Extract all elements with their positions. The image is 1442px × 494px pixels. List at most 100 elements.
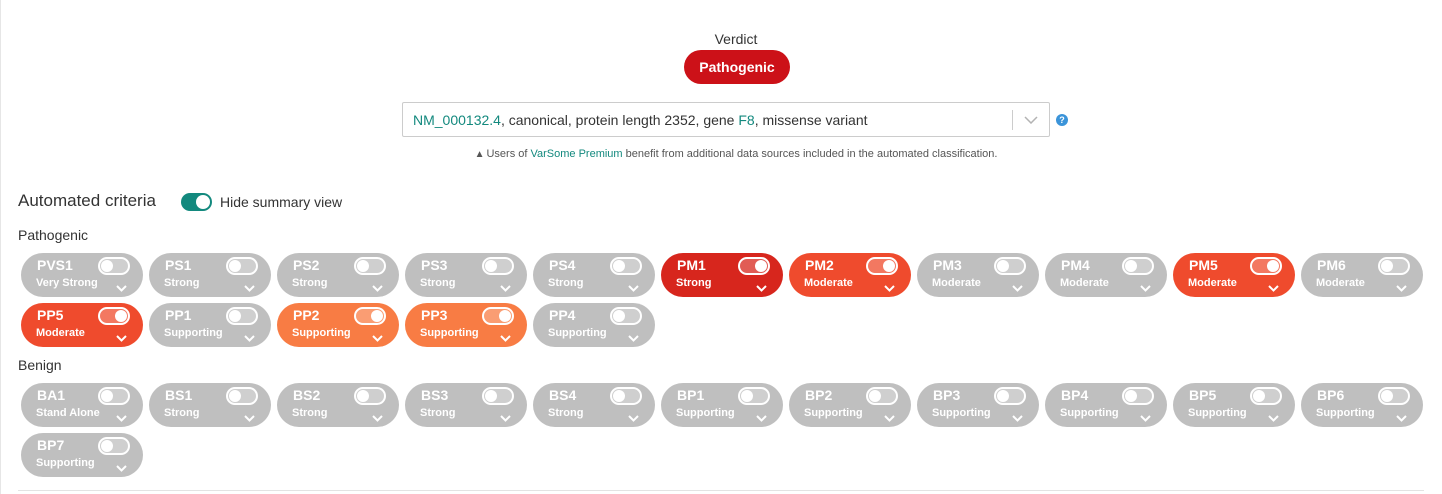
criterion-toggle[interactable]	[866, 257, 898, 275]
criterion-ps4[interactable]: PS4 Strong	[533, 253, 655, 297]
criterion-toggle[interactable]	[994, 257, 1026, 275]
chevron-down-icon[interactable]	[756, 409, 767, 427]
criterion-toggle[interactable]	[226, 387, 258, 405]
criterion-ps2[interactable]: PS2 Strong	[277, 253, 399, 297]
chevron-down-icon[interactable]	[628, 409, 639, 427]
chevron-down-icon[interactable]	[1140, 409, 1151, 427]
chevron-down-icon[interactable]	[116, 279, 127, 297]
criterion-toggle[interactable]	[1378, 387, 1410, 405]
chevron-down-icon[interactable]	[244, 409, 255, 427]
criterion-ps1[interactable]: PS1 Strong	[149, 253, 271, 297]
criterion-pm6[interactable]: PM6 Moderate	[1301, 253, 1423, 297]
toggle-knob	[997, 260, 1009, 272]
criterion-toggle[interactable]	[1378, 257, 1410, 275]
chevron-down-icon[interactable]	[1268, 409, 1279, 427]
criterion-pp2[interactable]: PP2 Supporting	[277, 303, 399, 347]
chevron-down-icon[interactable]	[1012, 279, 1023, 297]
criterion-toggle[interactable]	[98, 437, 130, 455]
chevron-down-icon[interactable]	[500, 409, 511, 427]
criterion-bp7[interactable]: BP7 Supporting	[21, 433, 143, 477]
criterion-toggle[interactable]	[98, 257, 130, 275]
criterion-pm3[interactable]: PM3 Moderate	[917, 253, 1039, 297]
criterion-pm1[interactable]: PM1 Strong	[661, 253, 783, 297]
criterion-bp1[interactable]: BP1 Supporting	[661, 383, 783, 427]
criterion-pp4[interactable]: PP4 Supporting	[533, 303, 655, 347]
criterion-toggle[interactable]	[354, 307, 386, 325]
chevron-down-icon[interactable]	[1013, 115, 1049, 124]
toggle-knob	[485, 260, 497, 272]
criterion-toggle[interactable]	[738, 257, 770, 275]
criterion-pvs1[interactable]: PVS1 Very Strong	[21, 253, 143, 297]
toggle-knob	[101, 390, 113, 402]
criterion-toggle[interactable]	[226, 307, 258, 325]
toggle-knob	[115, 310, 127, 322]
hide-summary-toggle[interactable]	[181, 193, 212, 211]
criterion-toggle[interactable]	[610, 387, 642, 405]
chevron-down-icon[interactable]	[244, 279, 255, 297]
criterion-pp3[interactable]: PP3 Supporting	[405, 303, 527, 347]
chevron-down-icon[interactable]	[628, 329, 639, 347]
criterion-bp3[interactable]: BP3 Supporting	[917, 383, 1039, 427]
criterion-toggle[interactable]	[98, 387, 130, 405]
criterion-pp1[interactable]: PP1 Supporting	[149, 303, 271, 347]
criterion-pm5[interactable]: PM5 Moderate	[1173, 253, 1295, 297]
criterion-strength: Moderate	[932, 277, 981, 289]
criterion-toggle[interactable]	[866, 387, 898, 405]
criterion-ba1[interactable]: BA1 Stand Alone	[21, 383, 143, 427]
criterion-bp4[interactable]: BP4 Supporting	[1045, 383, 1167, 427]
chevron-down-icon[interactable]	[116, 329, 127, 347]
chevron-down-icon[interactable]	[116, 409, 127, 427]
criterion-toggle[interactable]	[1250, 387, 1282, 405]
chevron-down-icon[interactable]	[372, 279, 383, 297]
chevron-down-icon[interactable]	[1140, 279, 1151, 297]
criterion-toggle[interactable]	[738, 387, 770, 405]
criterion-bp2[interactable]: BP2 Supporting	[789, 383, 911, 427]
criterion-toggle[interactable]	[482, 257, 514, 275]
criterion-code: PP3	[421, 307, 448, 323]
criterion-bs4[interactable]: BS4 Strong	[533, 383, 655, 427]
chevron-down-icon[interactable]	[372, 329, 383, 347]
criterion-toggle[interactable]	[1122, 387, 1154, 405]
question-circle-icon[interactable]: ?	[1056, 114, 1068, 126]
criterion-toggle[interactable]	[482, 387, 514, 405]
chevron-down-icon[interactable]	[244, 329, 255, 347]
chevron-down-icon[interactable]	[628, 279, 639, 297]
chevron-down-icon[interactable]	[1012, 409, 1023, 427]
criterion-bp5[interactable]: BP5 Supporting	[1173, 383, 1295, 427]
criterion-pm2[interactable]: PM2 Moderate	[789, 253, 911, 297]
criterion-toggle[interactable]	[354, 387, 386, 405]
criterion-bs1[interactable]: BS1 Strong	[149, 383, 271, 427]
criterion-toggle[interactable]	[354, 257, 386, 275]
criterion-pp5[interactable]: PP5 Moderate	[21, 303, 143, 347]
criterion-bs2[interactable]: BS2 Strong	[277, 383, 399, 427]
toggle-knob	[613, 390, 625, 402]
transcript-select[interactable]: NM_000132.4, canonical, protein length 2…	[402, 102, 1050, 137]
criterion-toggle[interactable]	[1250, 257, 1282, 275]
criterion-bp6[interactable]: BP6 Supporting	[1301, 383, 1423, 427]
toggle-knob	[229, 260, 241, 272]
chevron-down-icon[interactable]	[1268, 279, 1279, 297]
pathogenic-row-1: PVS1 Very Strong PS1 Strong PS2 Strong PS3 Stro…	[21, 253, 1423, 297]
chevron-down-icon[interactable]	[500, 279, 511, 297]
criterion-toggle[interactable]	[1122, 257, 1154, 275]
criterion-code: BP5	[1189, 387, 1217, 403]
criterion-toggle[interactable]	[610, 257, 642, 275]
chevron-down-icon[interactable]	[116, 459, 127, 477]
criterion-toggle[interactable]	[482, 307, 514, 325]
chevron-down-icon[interactable]	[500, 329, 511, 347]
chevron-down-icon[interactable]	[884, 279, 895, 297]
criterion-toggle[interactable]	[994, 387, 1026, 405]
chevron-down-icon[interactable]	[1396, 279, 1407, 297]
criterion-toggle[interactable]	[610, 307, 642, 325]
chevron-down-icon[interactable]	[884, 409, 895, 427]
chevron-down-icon[interactable]	[1396, 409, 1407, 427]
criterion-bs3[interactable]: BS3 Strong	[405, 383, 527, 427]
criterion-toggle[interactable]	[98, 307, 130, 325]
criterion-toggle[interactable]	[226, 257, 258, 275]
criterion-ps3[interactable]: PS3 Strong	[405, 253, 527, 297]
chevron-down-icon[interactable]	[756, 279, 767, 297]
criterion-pm4[interactable]: PM4 Moderate	[1045, 253, 1167, 297]
criterion-code: PS4	[549, 257, 576, 273]
varsome-premium-link[interactable]: VarSome Premium	[530, 148, 622, 160]
chevron-down-icon[interactable]	[372, 409, 383, 427]
